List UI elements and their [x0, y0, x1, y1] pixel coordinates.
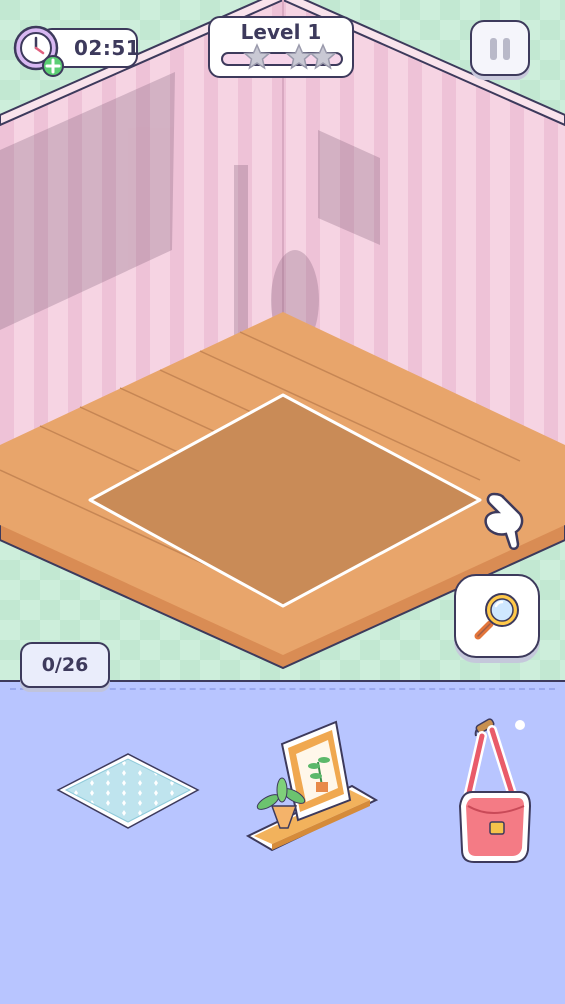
star-icon: [309, 43, 337, 70]
items-counter: 0/26: [41, 654, 89, 676]
magnifier-button[interactable]: [454, 574, 540, 658]
clock-add-time-icon[interactable]: [10, 24, 64, 78]
pause-icon: [503, 38, 510, 60]
timer-value: 02:51: [74, 36, 141, 60]
pointing-hand-icon: [484, 492, 524, 550]
magnifier-icon: [474, 593, 519, 640]
handbag-icon[interactable]: [452, 714, 538, 870]
tray-divider: [10, 688, 555, 690]
pause-button[interactable]: [470, 20, 530, 76]
star-icon: [243, 43, 271, 70]
shelf-icon[interactable]: [242, 716, 382, 866]
level-title: Level 1: [240, 20, 322, 44]
rug-icon[interactable]: [52, 748, 202, 834]
pause-icon: [490, 38, 497, 60]
